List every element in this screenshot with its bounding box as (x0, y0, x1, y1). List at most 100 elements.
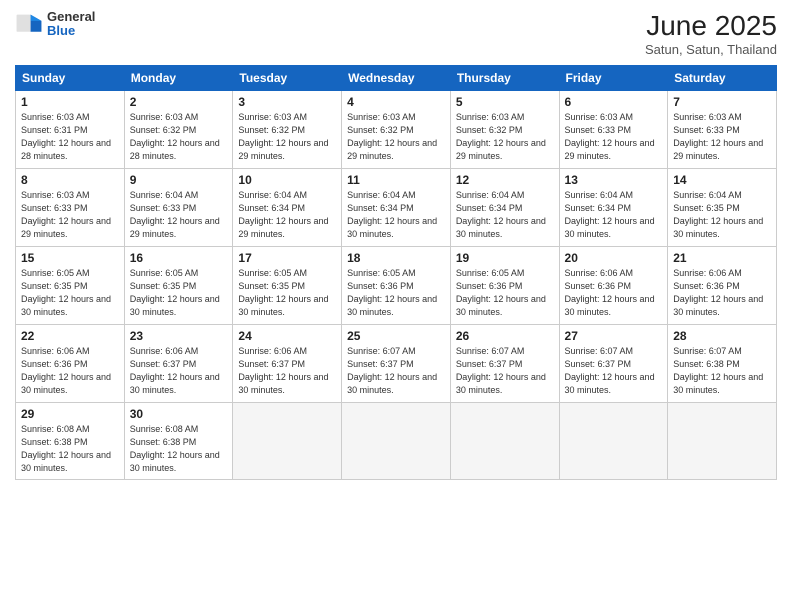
day-info: Sunrise: 6:03 AMSunset: 6:32 PMDaylight:… (130, 111, 228, 163)
weekday-header-sunday: Sunday (16, 66, 125, 91)
calendar-cell (450, 403, 559, 480)
calendar-cell (233, 403, 342, 480)
logo-text: General Blue (47, 10, 95, 39)
calendar-cell: 13 Sunrise: 6:04 AMSunset: 6:34 PMDayligh… (559, 169, 668, 247)
day-number: 25 (347, 329, 445, 343)
day-info: Sunrise: 6:03 AMSunset: 6:31 PMDaylight:… (21, 111, 119, 163)
weekday-header-monday: Monday (124, 66, 233, 91)
day-info: Sunrise: 6:08 AMSunset: 6:38 PMDaylight:… (21, 423, 119, 475)
day-number: 24 (238, 329, 336, 343)
day-info: Sunrise: 6:05 AMSunset: 6:36 PMDaylight:… (456, 267, 554, 319)
day-info: Sunrise: 6:05 AMSunset: 6:35 PMDaylight:… (238, 267, 336, 319)
logo-icon (15, 10, 43, 38)
calendar-cell: 8 Sunrise: 6:03 AMSunset: 6:33 PMDaylight… (16, 169, 125, 247)
page: General Blue June 2025 Satun, Satun, Tha… (0, 0, 792, 612)
day-info: Sunrise: 6:04 AMSunset: 6:34 PMDaylight:… (565, 189, 663, 241)
day-info: Sunrise: 6:07 AMSunset: 6:37 PMDaylight:… (456, 345, 554, 397)
calendar-cell: 29 Sunrise: 6:08 AMSunset: 6:38 PMDayligh… (16, 403, 125, 480)
day-number: 11 (347, 173, 445, 187)
calendar-cell: 9Sunrise: 6:04 AMSunset: 6:33 PMDaylight… (124, 169, 233, 247)
day-number: 17 (238, 251, 336, 265)
calendar-cell: 10 Sunrise: 6:04 AMSunset: 6:34 PMDayligh… (233, 169, 342, 247)
calendar-cell: 16Sunrise: 6:05 AMSunset: 6:35 PMDayligh… (124, 247, 233, 325)
day-info: Sunrise: 6:06 AMSunset: 6:36 PMDaylight:… (21, 345, 119, 397)
day-number: 19 (456, 251, 554, 265)
calendar-cell: 2Sunrise: 6:03 AMSunset: 6:32 PMDaylight… (124, 91, 233, 169)
day-info: Sunrise: 6:03 AMSunset: 6:33 PMDaylight:… (673, 111, 771, 163)
day-number: 28 (673, 329, 771, 343)
calendar-cell: 3 Sunrise: 6:03 AMSunset: 6:32 PMDaylight… (233, 91, 342, 169)
day-info: Sunrise: 6:06 AMSunset: 6:36 PMDaylight:… (565, 267, 663, 319)
day-number: 8 (21, 173, 119, 187)
day-info: Sunrise: 6:03 AMSunset: 6:32 PMDaylight:… (238, 111, 336, 163)
day-number: 14 (673, 173, 771, 187)
calendar-cell: 22Sunrise: 6:06 AMSunset: 6:36 PMDayligh… (16, 325, 125, 403)
calendar-cell: 20 Sunrise: 6:06 AMSunset: 6:36 PMDayligh… (559, 247, 668, 325)
calendar-cell: 30 Sunrise: 6:08 AMSunset: 6:38 PMDayligh… (124, 403, 233, 480)
day-info: Sunrise: 6:03 AMSunset: 6:33 PMDaylight:… (21, 189, 119, 241)
calendar-cell: 27 Sunrise: 6:07 AMSunset: 6:37 PMDayligh… (559, 325, 668, 403)
day-number: 4 (347, 95, 445, 109)
calendar-week-row: 1 Sunrise: 6:03 AMSunset: 6:31 PMDaylight… (16, 91, 777, 169)
weekday-header-row: SundayMondayTuesdayWednesdayThursdayFrid… (16, 66, 777, 91)
calendar-cell (342, 403, 451, 480)
day-info: Sunrise: 6:03 AMSunset: 6:32 PMDaylight:… (347, 111, 445, 163)
day-number: 10 (238, 173, 336, 187)
day-number: 23 (130, 329, 228, 343)
day-number: 21 (673, 251, 771, 265)
day-info: Sunrise: 6:06 AMSunset: 6:36 PMDaylight:… (673, 267, 771, 319)
day-info: Sunrise: 6:04 AMSunset: 6:34 PMDaylight:… (238, 189, 336, 241)
logo-blue-text: Blue (47, 24, 95, 38)
weekday-header-friday: Friday (559, 66, 668, 91)
day-number: 1 (21, 95, 119, 109)
day-info: Sunrise: 6:07 AMSunset: 6:38 PMDaylight:… (673, 345, 771, 397)
day-number: 12 (456, 173, 554, 187)
day-number: 15 (21, 251, 119, 265)
subtitle: Satun, Satun, Thailand (645, 42, 777, 57)
day-info: Sunrise: 6:05 AMSunset: 6:35 PMDaylight:… (130, 267, 228, 319)
day-info: Sunrise: 6:07 AMSunset: 6:37 PMDaylight:… (565, 345, 663, 397)
header: General Blue June 2025 Satun, Satun, Tha… (15, 10, 777, 57)
calendar-cell: 1 Sunrise: 6:03 AMSunset: 6:31 PMDaylight… (16, 91, 125, 169)
day-info: Sunrise: 6:03 AMSunset: 6:32 PMDaylight:… (456, 111, 554, 163)
weekday-header-thursday: Thursday (450, 66, 559, 91)
day-number: 26 (456, 329, 554, 343)
calendar-week-row: 8 Sunrise: 6:03 AMSunset: 6:33 PMDaylight… (16, 169, 777, 247)
logo: General Blue (15, 10, 95, 39)
day-number: 20 (565, 251, 663, 265)
day-number: 5 (456, 95, 554, 109)
day-info: Sunrise: 6:03 AMSunset: 6:33 PMDaylight:… (565, 111, 663, 163)
calendar-cell: 28 Sunrise: 6:07 AMSunset: 6:38 PMDayligh… (668, 325, 777, 403)
day-info: Sunrise: 6:08 AMSunset: 6:38 PMDaylight:… (130, 423, 228, 475)
calendar-cell: 5 Sunrise: 6:03 AMSunset: 6:32 PMDaylight… (450, 91, 559, 169)
calendar-week-row: 29 Sunrise: 6:08 AMSunset: 6:38 PMDayligh… (16, 403, 777, 480)
day-info: Sunrise: 6:04 AMSunset: 6:34 PMDaylight:… (456, 189, 554, 241)
day-number: 7 (673, 95, 771, 109)
calendar-cell: 14Sunrise: 6:04 AMSunset: 6:35 PMDayligh… (668, 169, 777, 247)
calendar-table: SundayMondayTuesdayWednesdayThursdayFrid… (15, 65, 777, 480)
calendar-cell (668, 403, 777, 480)
logo-general-text: General (47, 10, 95, 24)
day-number: 29 (21, 407, 119, 421)
calendar-cell: 26 Sunrise: 6:07 AMSunset: 6:37 PMDayligh… (450, 325, 559, 403)
month-title: June 2025 (645, 10, 777, 42)
day-info: Sunrise: 6:06 AMSunset: 6:37 PMDaylight:… (238, 345, 336, 397)
day-number: 3 (238, 95, 336, 109)
title-block: June 2025 Satun, Satun, Thailand (645, 10, 777, 57)
day-number: 30 (130, 407, 228, 421)
calendar-cell (559, 403, 668, 480)
day-number: 6 (565, 95, 663, 109)
calendar-cell: 19 Sunrise: 6:05 AMSunset: 6:36 PMDayligh… (450, 247, 559, 325)
calendar-cell: 17 Sunrise: 6:05 AMSunset: 6:35 PMDayligh… (233, 247, 342, 325)
calendar-cell: 21 Sunrise: 6:06 AMSunset: 6:36 PMDayligh… (668, 247, 777, 325)
day-number: 27 (565, 329, 663, 343)
day-info: Sunrise: 6:05 AMSunset: 6:36 PMDaylight:… (347, 267, 445, 319)
calendar-cell: 4 Sunrise: 6:03 AMSunset: 6:32 PMDaylight… (342, 91, 451, 169)
calendar-cell: 7 Sunrise: 6:03 AMSunset: 6:33 PMDaylight… (668, 91, 777, 169)
day-number: 18 (347, 251, 445, 265)
calendar-cell: 23Sunrise: 6:06 AMSunset: 6:37 PMDayligh… (124, 325, 233, 403)
calendar-week-row: 22Sunrise: 6:06 AMSunset: 6:36 PMDayligh… (16, 325, 777, 403)
calendar-cell: 6 Sunrise: 6:03 AMSunset: 6:33 PMDaylight… (559, 91, 668, 169)
calendar-cell: 18 Sunrise: 6:05 AMSunset: 6:36 PMDayligh… (342, 247, 451, 325)
day-number: 13 (565, 173, 663, 187)
